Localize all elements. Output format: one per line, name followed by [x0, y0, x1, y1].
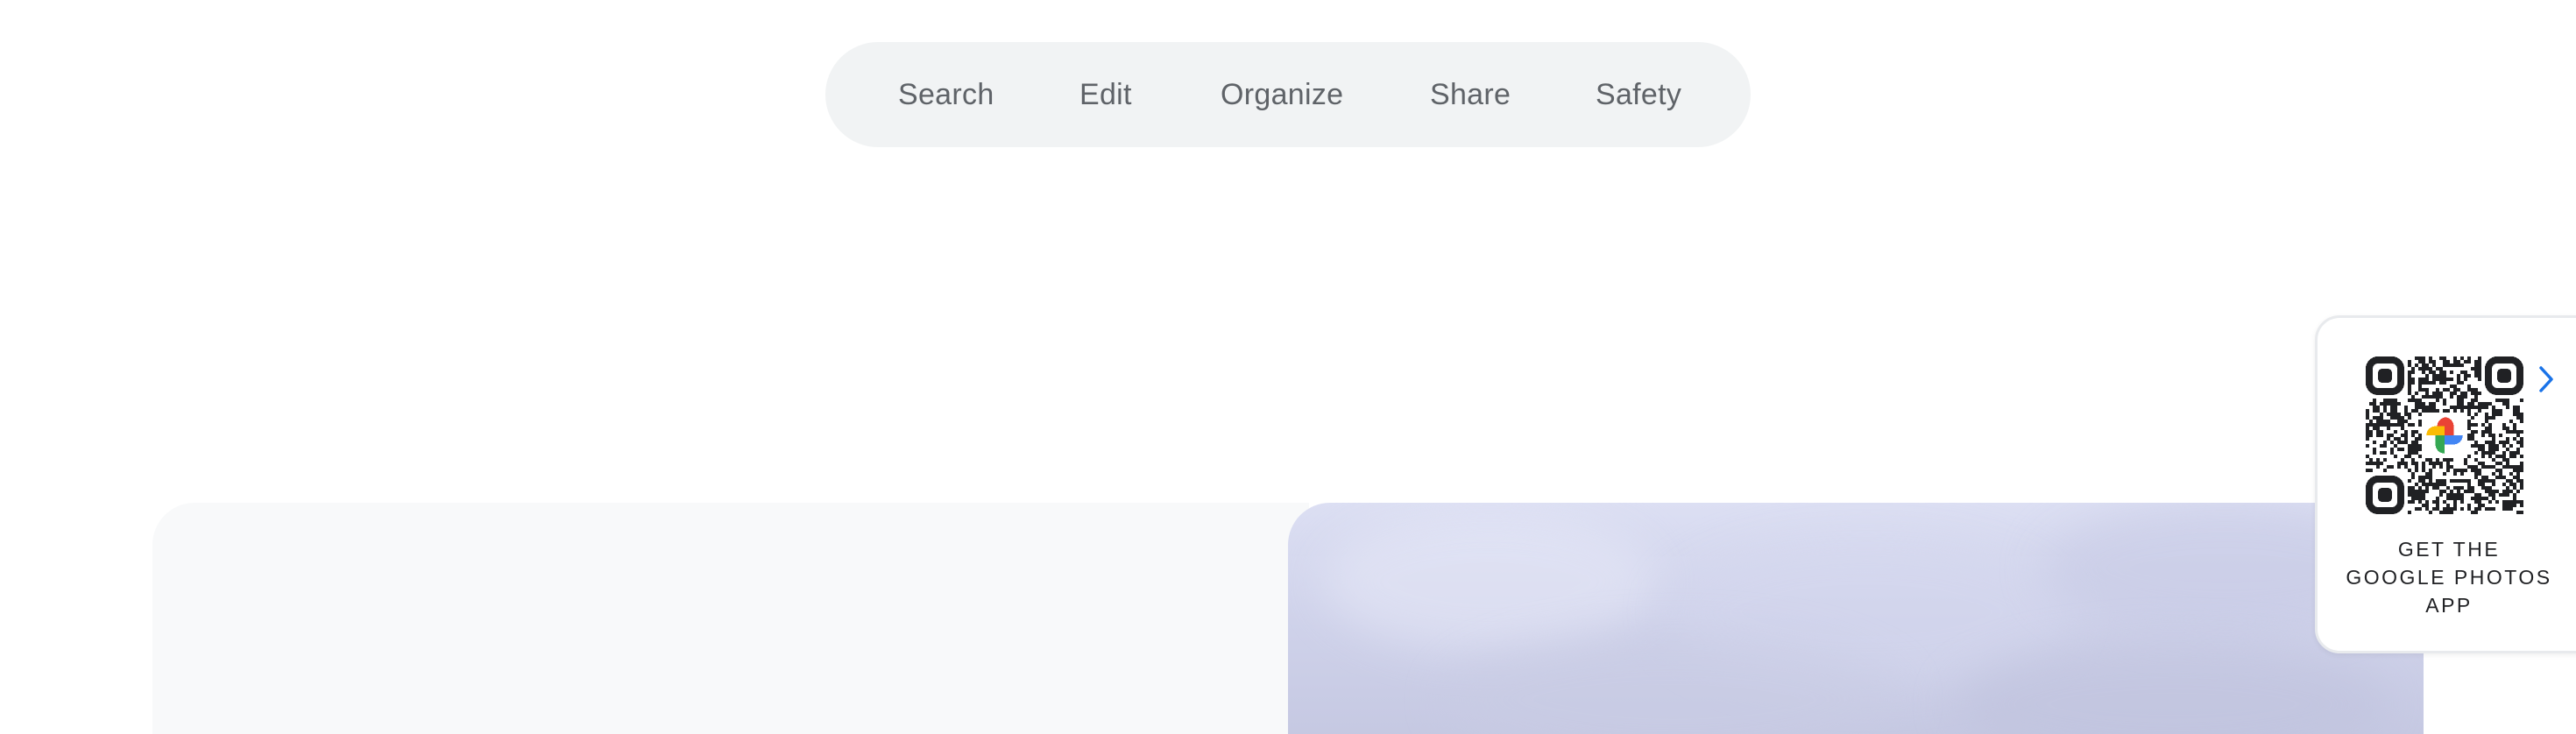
nav-item-edit[interactable]: Edit — [1079, 42, 1132, 147]
page: Search Edit Organize Share Safety GET TH… — [0, 0, 2576, 734]
cloud-shape — [1323, 512, 1656, 652]
nav-item-search[interactable]: Search — [898, 42, 994, 147]
qr-code-icon — [2366, 356, 2523, 514]
get-app-qr-card[interactable]: GET THE GOOGLE PHOTOS APP — [2315, 315, 2576, 653]
caption-line: APP — [2425, 594, 2473, 617]
get-app-caption: GET THE GOOGLE PHOTOS APP — [2318, 535, 2576, 619]
feature-photo — [1288, 503, 2424, 734]
chevron-right-icon[interactable] — [2537, 363, 2558, 395]
nav-item-safety[interactable]: Safety — [1596, 42, 1681, 147]
feature-card — [152, 503, 1309, 734]
nav-item-organize[interactable]: Organize — [1221, 42, 1343, 147]
caption-line: GET THE — [2397, 538, 2501, 561]
nav-item-share[interactable]: Share — [1430, 42, 1511, 147]
google-photos-pinwheel-icon — [2424, 414, 2466, 456]
caption-line: GOOGLE PHOTOS — [2346, 566, 2552, 589]
feature-nav: Search Edit Organize Share Safety — [825, 42, 1751, 147]
